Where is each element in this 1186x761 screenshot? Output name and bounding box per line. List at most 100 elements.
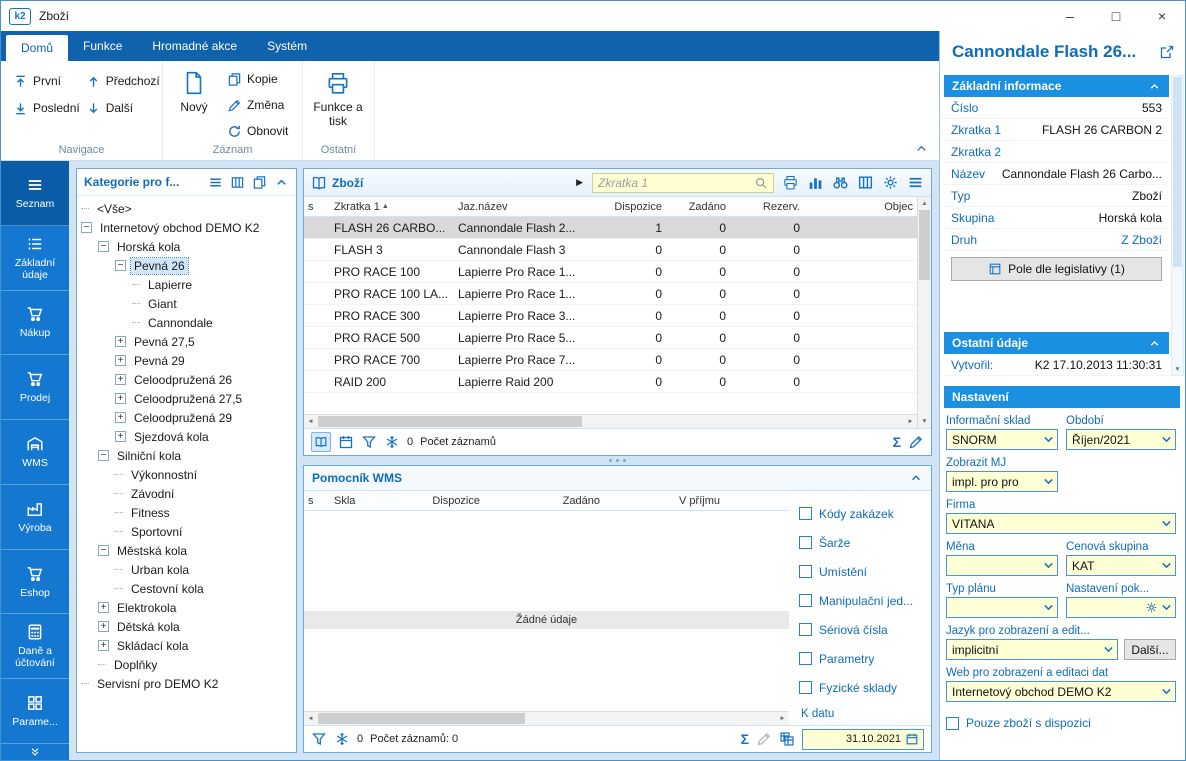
collapse-box-icon[interactable]: − [98, 241, 109, 252]
copy-icon[interactable] [252, 175, 267, 190]
close-button[interactable]: × [1139, 1, 1185, 31]
tree-item[interactable]: + Celoodpružená 27,5 [77, 389, 296, 408]
checkbox[interactable] [799, 536, 812, 549]
scroll-left-icon[interactable]: ◄ [304, 415, 317, 428]
chart-icon[interactable] [807, 174, 824, 191]
wms-option[interactable]: Fyzické sklady [799, 673, 925, 702]
table-row[interactable]: PRO RACE 700 Lapierre Pro Race 7... 0 0 0 [304, 349, 917, 371]
ribbon-button-arrowdown[interactable]: Další [84, 98, 162, 118]
edit-icon[interactable] [908, 434, 924, 450]
wms-hscrollbar[interactable]: ◄ ► [304, 711, 789, 725]
ribbon-tab[interactable]: Domů [6, 35, 69, 61]
cenova-skupina-select[interactable]: KAT [1066, 555, 1176, 576]
search-input[interactable]: Zkratka 1 [592, 172, 774, 193]
sidebar-item[interactable]: Výroba [1, 485, 69, 550]
tree-item[interactable]: + Skládací kola [77, 636, 296, 655]
tree-item[interactable]: − Pevná 26 [77, 256, 296, 275]
collapse-panel-icon[interactable] [274, 175, 289, 190]
minimize-button[interactable]: – [1047, 1, 1093, 31]
k-datu-input[interactable]: 31.10.2021 [802, 728, 924, 750]
table-row[interactable]: PRO RACE 100 Lapierre Pro Race 1... 0 0 0 [304, 261, 917, 283]
only-available-option[interactable]: Pouze zboží s dispozici [946, 712, 1176, 734]
column-header[interactable]: s [304, 491, 330, 510]
sidebar-item[interactable]: Základní údaje [1, 226, 69, 291]
expand-box-icon[interactable]: + [115, 393, 126, 404]
checkbox[interactable] [799, 507, 812, 520]
section-header-settings[interactable]: Nastavení [944, 386, 1180, 408]
expand-box-icon[interactable]: + [115, 431, 126, 442]
tree-item[interactable]: − Horská kola [77, 237, 296, 256]
gear-icon[interactable] [882, 174, 899, 191]
tree-item[interactable]: + Sjezdová kola [77, 427, 296, 446]
collapse-section-icon[interactable] [1148, 337, 1161, 350]
panel-splitter[interactable] [303, 456, 932, 465]
mena-select[interactable] [946, 555, 1058, 576]
wms-option[interactable]: Sériová čísla [799, 615, 925, 644]
tree-item[interactable]: Doplňky [77, 655, 296, 674]
wms-option[interactable]: Kódy zakázek [799, 499, 925, 528]
ribbon-button-arrowup[interactable]: Předchozí [84, 71, 162, 91]
expand-box-icon[interactable]: + [115, 374, 126, 385]
tree-item[interactable]: − Silniční kola [77, 446, 296, 465]
obdobi-select[interactable]: Říjen/2021 [1066, 429, 1176, 450]
column-header[interactable]: Zkratka 1 ▲ [330, 197, 454, 216]
tree-item[interactable]: + Elektrokola [77, 598, 296, 617]
scroll-track[interactable] [1172, 268, 1183, 363]
table-row[interactable]: FLASH 3 Cannondale Flash 3 0 0 0 [304, 239, 917, 261]
wms-option[interactable]: Šarže [799, 528, 925, 557]
tree-item[interactable]: Giant [77, 294, 296, 313]
open-window-icon[interactable] [1159, 44, 1175, 60]
tree-item[interactable]: Závodní [77, 484, 296, 503]
tree-item[interactable]: Sportovní [77, 522, 296, 541]
web-select[interactable]: Internetový obchod DEMO K2 [946, 681, 1176, 702]
column-header[interactable]: Zadáno [484, 491, 604, 510]
scroll-track[interactable] [317, 712, 776, 725]
collapse-box-icon[interactable]: − [98, 450, 109, 461]
tree-item[interactable]: Urban kola [77, 560, 296, 579]
print-icon[interactable] [782, 174, 799, 191]
expand-box-icon[interactable]: + [115, 336, 126, 347]
panel-menu-arrow-icon[interactable]: ▶ [576, 177, 583, 188]
column-header[interactable]: Rezerv. [730, 197, 804, 216]
column-header[interactable]: Objec [804, 197, 917, 216]
ribbon-tab[interactable]: Hromadné akce [137, 31, 252, 61]
layout-icon[interactable] [230, 175, 245, 190]
columns-icon[interactable] [857, 174, 874, 191]
ribbon-button-arrowlast[interactable]: Poslední [11, 98, 82, 118]
sum-icon[interactable]: Σ [893, 435, 901, 449]
sidebar-item[interactable]: Daně a účtování [1, 614, 69, 680]
section-header-basic[interactable]: Základní informace [944, 75, 1169, 97]
sidebar-item[interactable]: Parame... [1, 679, 69, 745]
freeze-icon[interactable] [384, 434, 400, 450]
tree-item[interactable]: Lapierre [77, 275, 296, 294]
section-header-other[interactable]: Ostatní údaje [944, 332, 1169, 354]
expand-box-icon[interactable]: + [98, 621, 109, 632]
table-row[interactable]: FLASH 26 CARBO... Cannondale Flash 2... 1 0… [304, 217, 917, 239]
sum-icon[interactable]: Σ [741, 732, 749, 746]
tree-item[interactable]: Cannondale [77, 313, 296, 332]
ribbon-button-copy[interactable]: Kopie [225, 69, 290, 89]
goods-hscrollbar[interactable]: ◄ ► [304, 414, 917, 428]
collapse-box-icon[interactable]: − [81, 222, 92, 233]
sidebar-item[interactable]: Nákup [1, 291, 69, 356]
dalsi-button[interactable]: Další... [1124, 639, 1176, 660]
info-sklad-select[interactable]: SNORM [946, 429, 1058, 450]
ribbon-button-refresh[interactable]: Obnovit [225, 121, 290, 141]
checkbox[interactable] [799, 652, 812, 665]
column-header[interactable]: Zadáno [666, 197, 730, 216]
filter-icon[interactable] [361, 434, 377, 450]
legislative-fields-button[interactable]: Pole dle legislativy (1) [951, 257, 1162, 281]
collapse-box-icon[interactable]: − [98, 545, 109, 556]
table-row[interactable]: PRO RACE 300 Lapierre Pro Race 3... 0 0 0 [304, 305, 917, 327]
nastaveni-pok-select[interactable] [1066, 597, 1176, 618]
column-header[interactable]: V příjmu [604, 491, 724, 510]
checkbox[interactable] [799, 623, 812, 636]
filter-icon[interactable] [311, 731, 327, 747]
checkbox[interactable] [799, 681, 812, 694]
collapse-section-icon[interactable] [1148, 80, 1161, 93]
edit-icon[interactable] [756, 731, 772, 747]
scroll-thumb[interactable] [919, 210, 930, 280]
new-button[interactable]: Nový [169, 66, 219, 141]
binoculars-icon[interactable] [832, 174, 849, 191]
collapse-box-icon[interactable]: − [115, 260, 126, 271]
